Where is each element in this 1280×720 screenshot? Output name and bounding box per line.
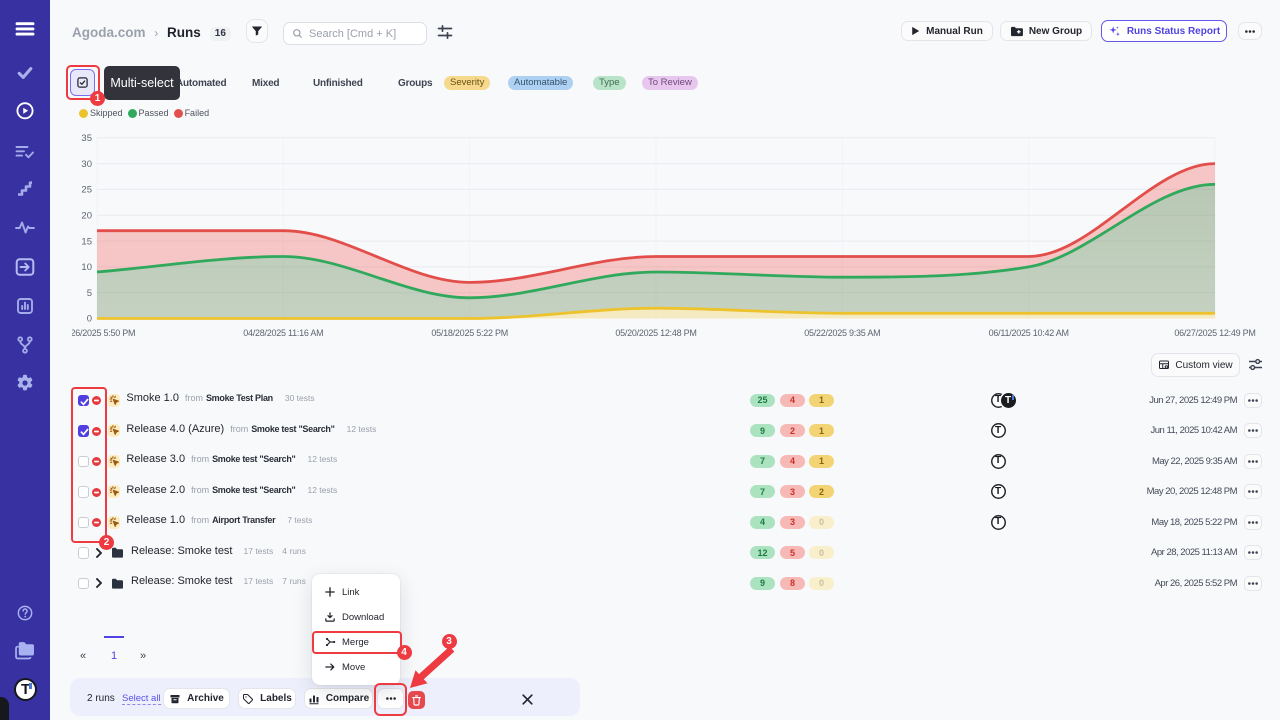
- svg-text:04/28/2025 11:16 AM: 04/28/2025 11:16 AM: [243, 328, 323, 338]
- svg-text:05/22/2025 9:35 AM: 05/22/2025 9:35 AM: [804, 328, 880, 338]
- svg-text:35: 35: [81, 133, 92, 144]
- svg-text:06/11/2025 10:42 AM: 06/11/2025 10:42 AM: [989, 328, 1069, 338]
- svg-text:05/20/2025 12:48 PM: 05/20/2025 12:48 PM: [615, 328, 696, 338]
- svg-text:0: 0: [87, 314, 92, 325]
- svg-text:15: 15: [81, 236, 92, 247]
- svg-text:30: 30: [81, 159, 92, 170]
- svg-text:10: 10: [81, 262, 92, 273]
- svg-text:25: 25: [81, 185, 92, 196]
- svg-text:06/27/2025 12:49 PM: 06/27/2025 12:49 PM: [1174, 328, 1255, 338]
- svg-text:05/18/2025 5:22 PM: 05/18/2025 5:22 PM: [431, 328, 508, 338]
- svg-text:5: 5: [87, 288, 92, 299]
- svg-text:04/26/2025 5:50 PM: 04/26/2025 5:50 PM: [72, 328, 135, 338]
- svg-text:20: 20: [81, 210, 92, 221]
